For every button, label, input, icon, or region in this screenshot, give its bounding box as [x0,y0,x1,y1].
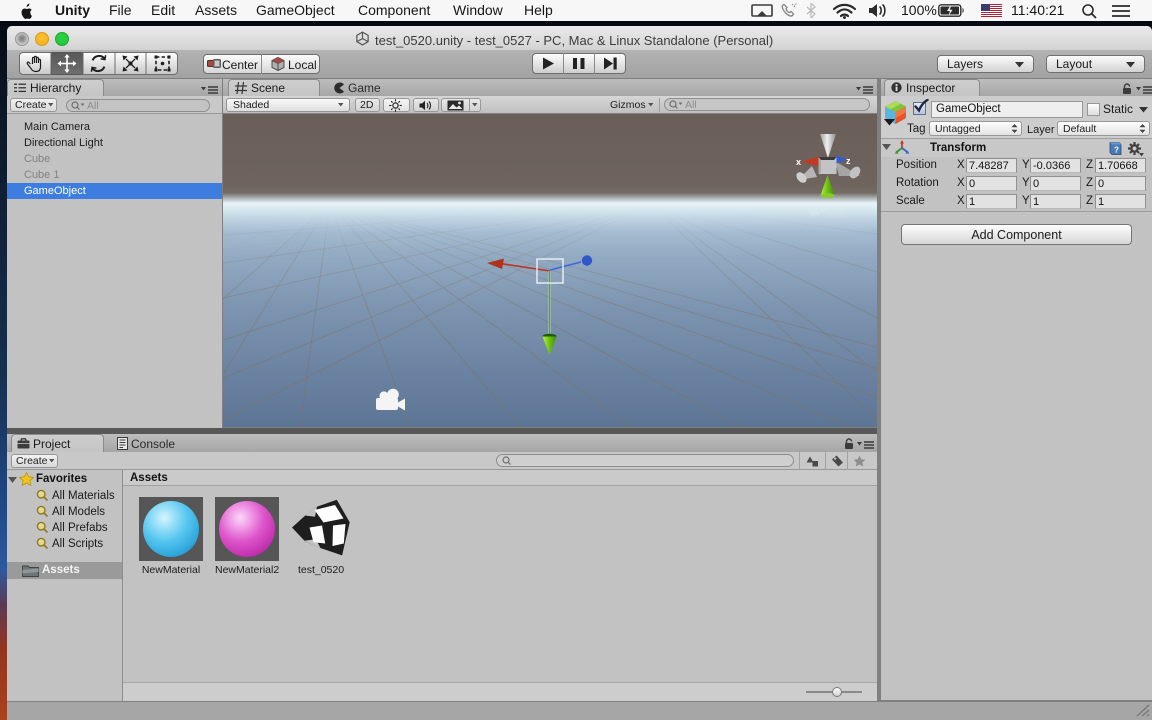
svg-text:Persp: Persp [822,209,847,220]
svg-text:x: x [796,157,801,167]
svg-text:z: z [846,156,851,166]
svg-text:?: ? [1114,146,1119,155]
